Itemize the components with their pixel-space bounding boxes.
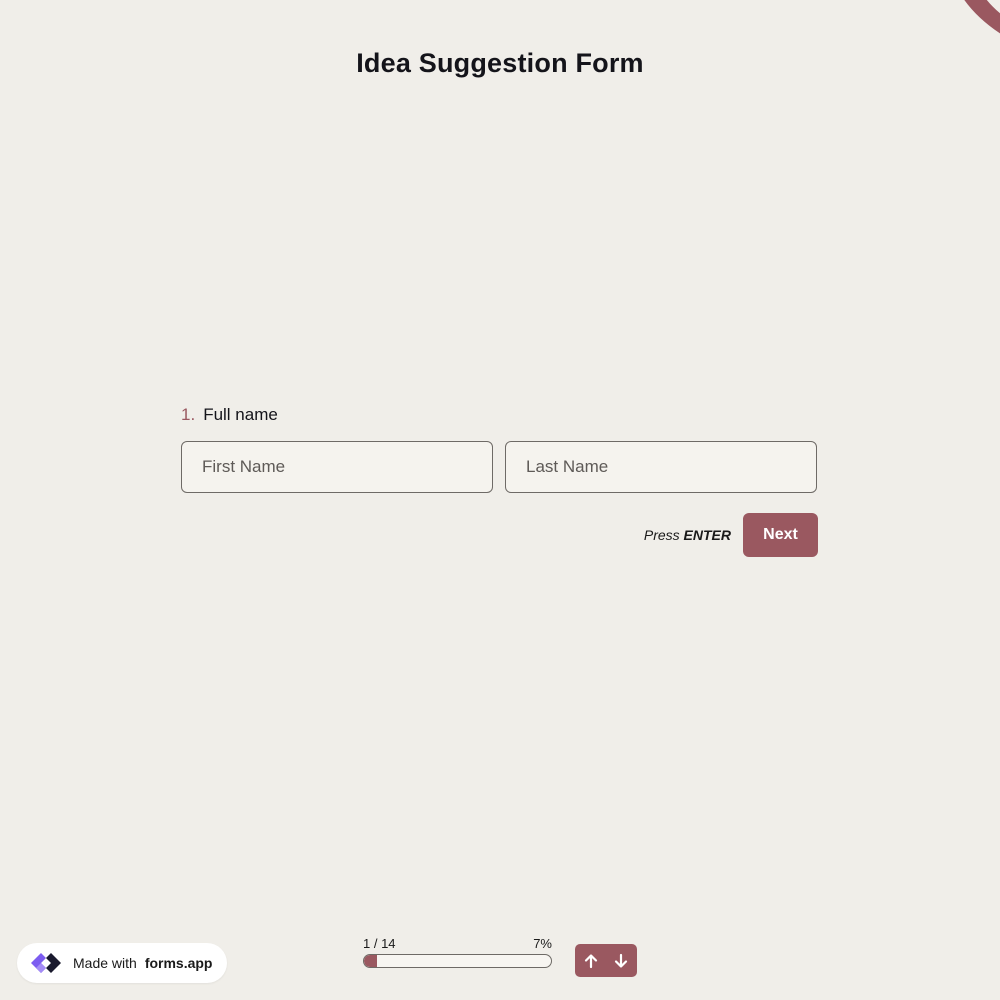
press-hint-prefix: Press	[643, 527, 680, 543]
arrow-down-icon	[614, 953, 628, 968]
progress-bar	[363, 954, 552, 968]
press-enter-hint: Press ENTER	[644, 527, 731, 543]
previous-question-button[interactable]	[577, 947, 605, 975]
first-name-input[interactable]	[181, 441, 493, 493]
press-hint-key: ENTER	[683, 527, 731, 543]
form-page: Idea Suggestion Form 1. Full name Press …	[0, 0, 1000, 1000]
next-question-button[interactable]	[607, 947, 635, 975]
last-name-input[interactable]	[505, 441, 817, 493]
question-actions: Press ENTER Next	[181, 513, 818, 557]
question-nav	[575, 944, 637, 977]
form-title: Idea Suggestion Form	[356, 48, 644, 78]
progress-labels: 1 / 14 7%	[363, 936, 552, 951]
progress-bar-fill	[364, 955, 378, 967]
badge-prefix: Made with	[73, 955, 137, 971]
progress-percent: 7%	[533, 936, 552, 951]
progress-indicator: 1 / 14 7%	[363, 936, 552, 968]
progress-counter: 1 / 14	[363, 936, 396, 951]
made-with-badge[interactable]: Made with forms.app	[17, 943, 227, 983]
question-full-name: 1. Full name Press ENTER Next	[181, 405, 818, 557]
question-text: Full name	[203, 405, 278, 424]
question-number: 1.	[181, 405, 196, 424]
corner-decoration	[940, 0, 1000, 40]
forms-app-logo-icon	[31, 953, 61, 973]
name-inputs	[181, 441, 818, 493]
arrow-up-icon	[584, 953, 598, 968]
badge-brand: forms.app	[144, 955, 213, 971]
next-button[interactable]: Next	[743, 513, 818, 557]
question-label: 1. Full name	[181, 405, 818, 425]
